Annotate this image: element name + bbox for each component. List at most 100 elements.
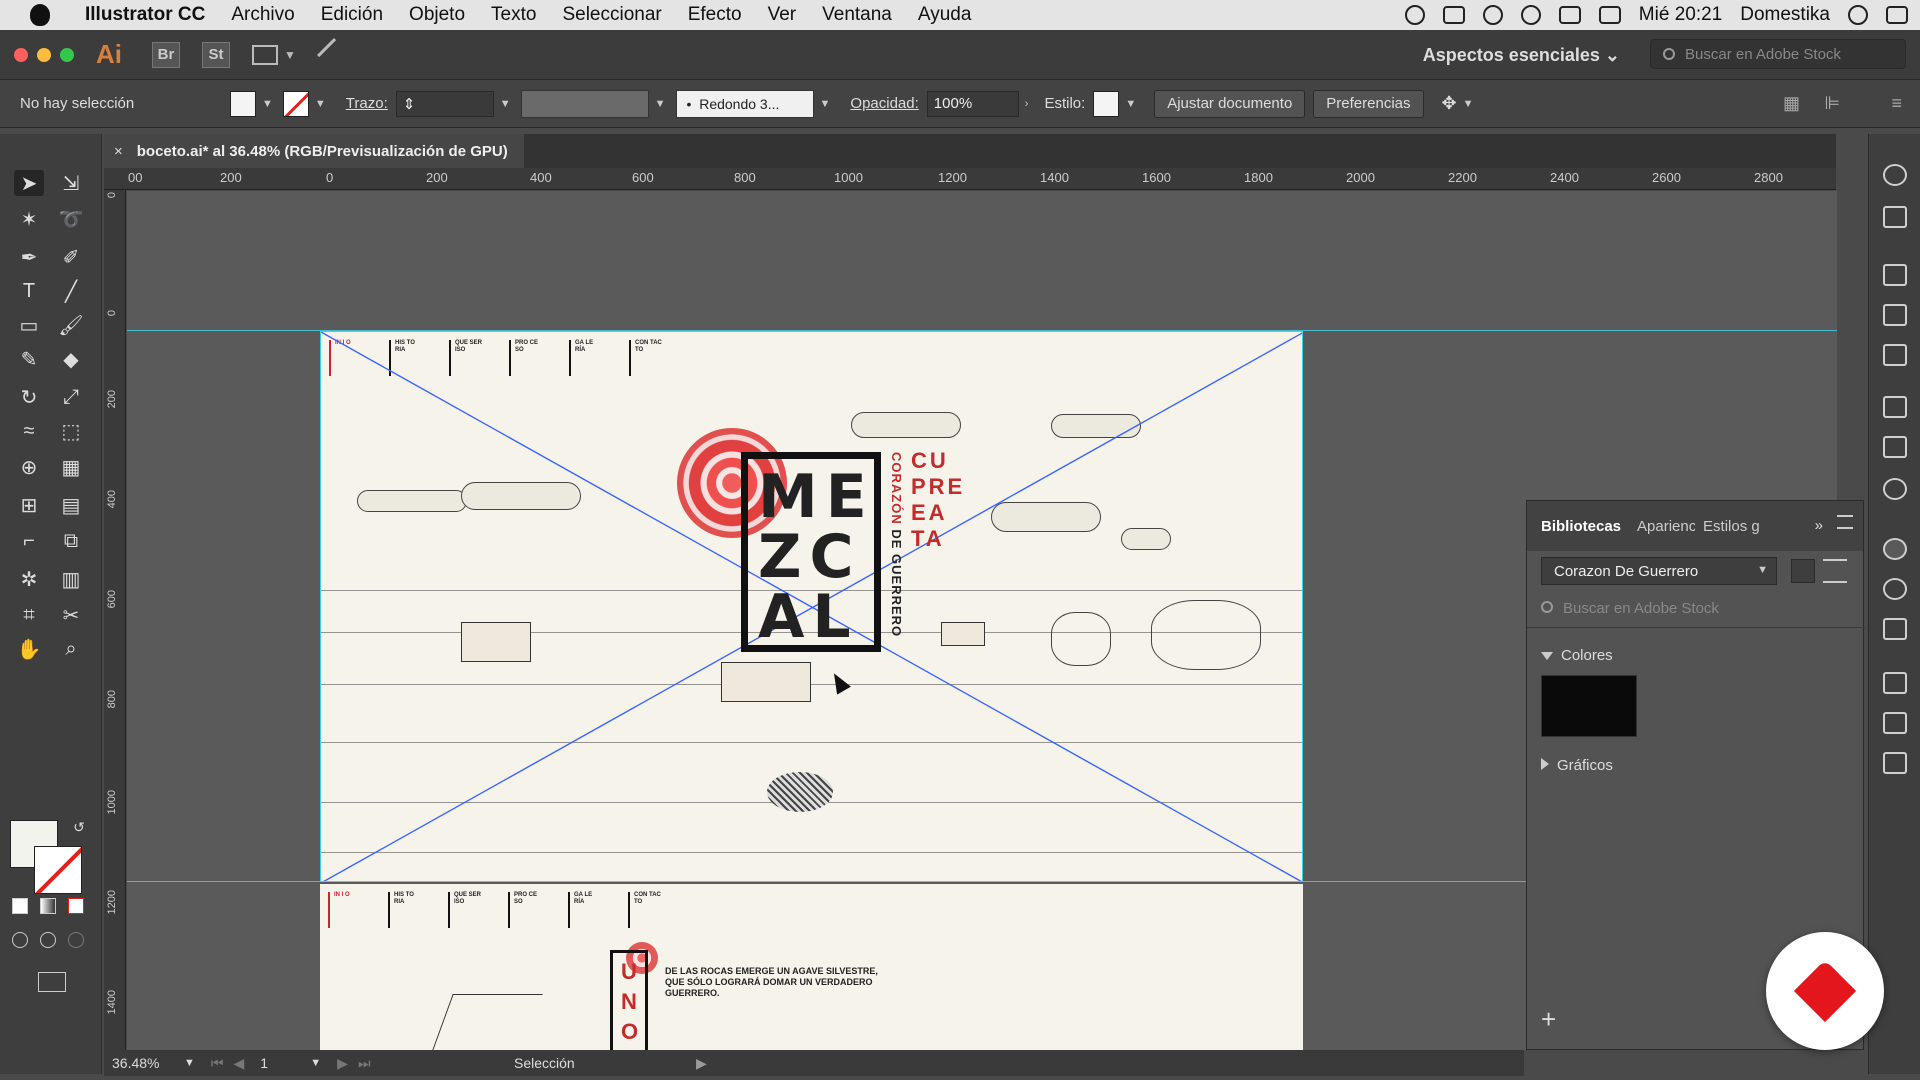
draw-behind-icon[interactable]	[40, 932, 56, 948]
menu-app-name[interactable]: Illustrator CC	[72, 4, 218, 26]
colors-section-header[interactable]: Colores	[1541, 647, 1613, 664]
graphic-styles-icon[interactable]	[1883, 618, 1907, 640]
gpu-performance-icon[interactable]	[316, 37, 351, 72]
chevron-right-icon[interactable]: ›	[1025, 98, 1029, 110]
menu-seleccionar[interactable]: Seleccionar	[549, 4, 674, 26]
lasso-tool-icon[interactable]: ➰	[56, 206, 86, 232]
chevron-down-icon[interactable]: ▼	[1125, 98, 1136, 110]
stock-search-input[interactable]: Buscar en Adobe Stock	[1650, 39, 1906, 69]
gradient-mode-icon[interactable]	[40, 898, 56, 914]
previous-artboard-icon[interactable]: ◀	[234, 1055, 245, 1072]
rectangle-tool-icon[interactable]: ▭	[14, 312, 44, 338]
stock-button[interactable]: St	[202, 41, 230, 68]
display-icon[interactable]	[1442, 6, 1465, 24]
rotate-tool-icon[interactable]: ↻	[14, 384, 44, 410]
free-transform-tool-icon[interactable]: ⬚	[56, 418, 86, 444]
layers-icon[interactable]	[1883, 712, 1907, 734]
zoom-tool-icon[interactable]: ⌕	[56, 636, 86, 662]
arrange-documents-icon[interactable]	[252, 44, 278, 65]
minimize-window-button[interactable]	[37, 47, 51, 62]
line-tool-icon[interactable]: ╱	[56, 278, 86, 304]
color-guide-icon[interactable]	[1883, 164, 1907, 186]
chevron-down-icon[interactable]: ▼	[820, 98, 831, 110]
transparency-icon[interactable]	[1883, 478, 1907, 500]
paintbrush-tool-icon[interactable]: 🖌	[56, 312, 86, 338]
preferences-button[interactable]: Preferencias	[1313, 89, 1424, 118]
close-document-icon[interactable]: ×	[114, 143, 123, 160]
symbol-sprayer-tool-icon[interactable]: ✲	[14, 566, 44, 592]
document-tab[interactable]: × boceto.ai* al 36.48% (RGB/Previsualiza…	[104, 134, 524, 168]
last-artboard-icon[interactable]: ⏭	[358, 1055, 371, 1072]
perspective-grid-tool-icon[interactable]: ▦	[56, 454, 86, 480]
workspace-switcher[interactable]: Aspectos esenciales ⌄	[1423, 45, 1620, 66]
library-search-input[interactable]: Buscar en Adobe Stock	[1541, 595, 1851, 621]
draw-normal-icon[interactable]	[12, 932, 28, 948]
shaper-tool-icon[interactable]: ✎	[14, 346, 44, 372]
curvature-tool-icon[interactable]: ✐	[56, 244, 86, 270]
menu-archivo[interactable]: Archivo	[218, 4, 307, 26]
gradient-icon[interactable]	[1883, 436, 1907, 458]
tab-apariencia[interactable]: Aparienc	[1629, 518, 1695, 535]
stroke-label[interactable]: Trazo:	[346, 95, 388, 112]
airplay-icon[interactable]	[1558, 6, 1581, 24]
record-icon[interactable]	[1404, 5, 1425, 25]
stroke-swatch[interactable]	[282, 90, 309, 117]
menu-objeto[interactable]: Objeto	[396, 4, 478, 26]
magic-wand-tool-icon[interactable]: ✶	[14, 206, 44, 232]
artboard-tool-icon[interactable]: ⌗	[14, 602, 44, 628]
swap-fill-stroke-icon[interactable]: ↺	[64, 814, 94, 840]
control-panel-menu-icon[interactable]: ≡	[1891, 93, 1902, 114]
chevron-down-icon[interactable]: ▼	[1463, 98, 1474, 110]
chevron-down-icon[interactable]: ▼	[500, 98, 511, 110]
close-window-button[interactable]	[14, 47, 28, 62]
menu-edicion[interactable]: Edición	[308, 4, 396, 26]
chevron-down-icon[interactable]: ▼	[284, 48, 296, 62]
transform-icon[interactable]: ⊫	[1824, 93, 1840, 114]
graphics-section-header[interactable]: Gráficos	[1541, 757, 1613, 774]
variable-width-profile[interactable]	[520, 89, 649, 118]
menu-ventana[interactable]: Ventana	[809, 4, 905, 26]
library-select[interactable]: Corazon De Guerrero ▼	[1541, 557, 1777, 585]
shape-builder-tool-icon[interactable]: ⊕	[14, 454, 44, 480]
status-menu-icon[interactable]: ▶	[696, 1055, 707, 1072]
more-tabs-icon[interactable]: »	[1815, 517, 1823, 534]
stroke-icon[interactable]	[1883, 396, 1907, 418]
hand-tool-icon[interactable]: ✋	[14, 636, 44, 662]
list-view-icon[interactable]	[1823, 559, 1847, 583]
width-tool-icon[interactable]: ≈	[14, 418, 44, 444]
creative-cloud-icon[interactable]	[1482, 5, 1503, 25]
status-text[interactable]: Selección	[514, 1055, 575, 1071]
artboards-icon[interactable]	[1883, 752, 1907, 774]
brushes-icon[interactable]	[1883, 304, 1907, 326]
horizontal-ruler[interactable]: 00 200 0 200 400 600 800 1000 1200 1400 …	[104, 168, 1836, 190]
artboard-1[interactable]: IN I O HIS TO RIA QUE SER ISO PRO CE SO …	[320, 331, 1303, 882]
artboard-2[interactable]: IN I O HIS TO RIA QUE SER ISO PRO CE SO …	[320, 884, 1303, 1050]
slice-tool-icon[interactable]: ✂	[56, 602, 86, 628]
chevron-down-icon[interactable]: ▼	[310, 1057, 321, 1069]
stroke-weight-field[interactable]: ⇕	[395, 90, 494, 117]
opacity-label[interactable]: Opacidad:	[850, 95, 918, 112]
swatches-icon[interactable]	[1883, 264, 1907, 286]
eyedropper-tool-icon[interactable]: ⌐	[14, 528, 44, 554]
battery-icon[interactable]	[1598, 6, 1621, 24]
add-content-icon[interactable]: +	[1541, 1004, 1556, 1035]
appearance-icon[interactable]	[1883, 578, 1907, 600]
chevron-down-icon[interactable]: ▼	[184, 1057, 195, 1069]
tab-estilos-graficos[interactable]: Estilos g	[1695, 518, 1767, 535]
selection-tool-icon[interactable]: ➤	[14, 170, 44, 196]
bridge-button[interactable]: Br	[152, 41, 180, 68]
menu-user[interactable]: Domestika	[1740, 4, 1830, 26]
blend-tool-icon[interactable]: ⧉	[56, 528, 86, 554]
zoom-window-button[interactable]	[60, 47, 74, 62]
grid-view-icon[interactable]	[1791, 559, 1815, 583]
spotlight-icon[interactable]	[1848, 5, 1868, 25]
graphic-style-swatch[interactable]	[1093, 90, 1120, 117]
wifi-icon[interactable]	[1520, 5, 1541, 25]
panel-menu-icon[interactable]	[1837, 515, 1853, 529]
gradient-tool-icon[interactable]: ▤	[56, 492, 86, 518]
chevron-down-icon[interactable]: ▼	[262, 98, 273, 110]
color-swatch[interactable]	[1541, 675, 1637, 737]
document-setup-button[interactable]: Ajustar documento	[1154, 89, 1306, 118]
chevron-down-icon[interactable]: ▼	[315, 98, 326, 110]
zoom-level-field[interactable]: 36.48%	[104, 1052, 184, 1074]
